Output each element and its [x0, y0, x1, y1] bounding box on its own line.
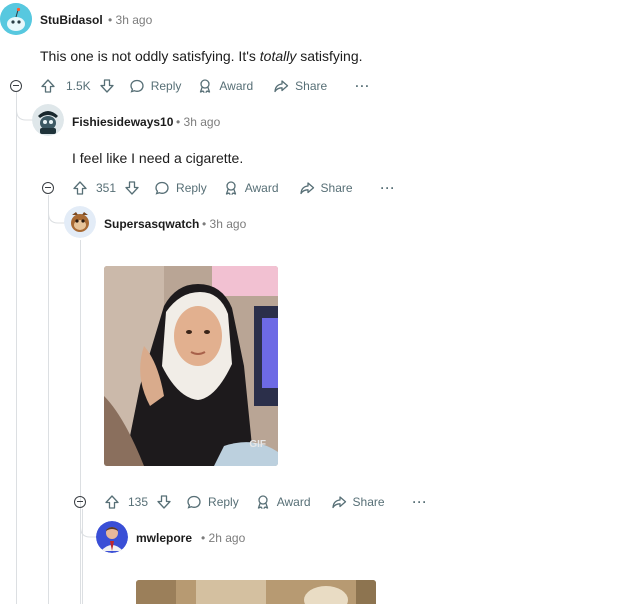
share-label: Share: [352, 495, 385, 509]
comment-actions: 135 Reply Award Share ···: [104, 490, 428, 514]
award-button[interactable]: Award: [255, 494, 311, 510]
vote-group: 351: [72, 180, 140, 196]
upvote-icon[interactable]: [72, 180, 88, 196]
collapse-icon[interactable]: [10, 80, 22, 92]
vote-group: 135: [104, 494, 172, 510]
comment-actions: 1.5K Reply Award Share ···: [40, 74, 370, 98]
reply-button[interactable]: Reply: [154, 180, 207, 196]
username[interactable]: mwlepore: [136, 531, 192, 545]
downvote-icon[interactable]: [156, 494, 172, 510]
share-icon: [299, 182, 314, 195]
more-icon[interactable]: ···: [413, 495, 428, 509]
gif-label: GIF: [249, 439, 266, 450]
collapse-icon[interactable]: [42, 182, 54, 194]
upvote-icon[interactable]: [40, 78, 56, 94]
timestamp: • 3h ago: [108, 13, 153, 27]
reply-button[interactable]: Reply: [129, 78, 182, 94]
more-icon[interactable]: ···: [381, 181, 396, 195]
thread-line: [48, 195, 49, 604]
vote-count: 135: [128, 495, 149, 509]
share-icon: [331, 496, 346, 509]
downvote-icon[interactable]: [124, 180, 140, 196]
comment-media[interactable]: [136, 580, 376, 604]
share-button[interactable]: Share: [273, 78, 327, 94]
more-icon[interactable]: ···: [355, 79, 370, 93]
vote-count: 1.5K: [66, 79, 91, 93]
downvote-icon[interactable]: [99, 78, 115, 94]
reply-label: Reply: [208, 495, 239, 509]
share-button[interactable]: Share: [331, 494, 385, 510]
vote-count: 351: [96, 181, 117, 195]
timestamp: • 2h ago: [201, 531, 246, 545]
award-button[interactable]: Award: [197, 78, 253, 94]
reply-icon: [130, 79, 144, 93]
comment-body: This one is not oddly satisfying. It's t…: [40, 48, 363, 64]
timestamp: • 3h ago: [176, 115, 221, 129]
award-icon: [257, 495, 268, 510]
avatar[interactable]: [64, 206, 96, 238]
username[interactable]: Supersasqwatch: [104, 217, 199, 231]
comment-body: I feel like I need a cigarette.: [72, 150, 244, 166]
gif-image: [104, 266, 278, 466]
thread-line: [16, 93, 17, 604]
avatar[interactable]: [96, 521, 128, 553]
avatar[interactable]: [32, 104, 64, 136]
gif-media[interactable]: GIF: [104, 266, 278, 466]
award-icon: [225, 181, 236, 196]
collapse-icon[interactable]: [74, 496, 86, 508]
share-label: Share: [320, 181, 353, 195]
award-button[interactable]: Award: [223, 180, 279, 196]
reply-label: Reply: [150, 79, 182, 93]
thread-line: [80, 240, 81, 604]
reply-icon: [155, 181, 169, 195]
reply-label: Reply: [176, 181, 207, 195]
award-label: Award: [244, 181, 279, 195]
award-label: Award: [219, 79, 254, 93]
timestamp: • 3h ago: [202, 217, 247, 231]
reply-button[interactable]: Reply: [186, 494, 239, 510]
award-label: Award: [276, 495, 311, 509]
username[interactable]: Fishiesideways10: [72, 115, 173, 129]
award-icon: [200, 79, 211, 94]
vote-group: 1.5K: [40, 78, 115, 94]
share-icon: [274, 80, 289, 93]
reply-icon: [187, 495, 201, 509]
username[interactable]: StuBidasol: [40, 13, 103, 27]
avatar[interactable]: [0, 3, 32, 35]
share-button[interactable]: Share: [299, 180, 353, 196]
media-image: [136, 580, 376, 604]
comment-actions: 351 Reply Award Share ···: [72, 176, 396, 200]
upvote-icon[interactable]: [104, 494, 120, 510]
share-label: Share: [295, 79, 328, 93]
